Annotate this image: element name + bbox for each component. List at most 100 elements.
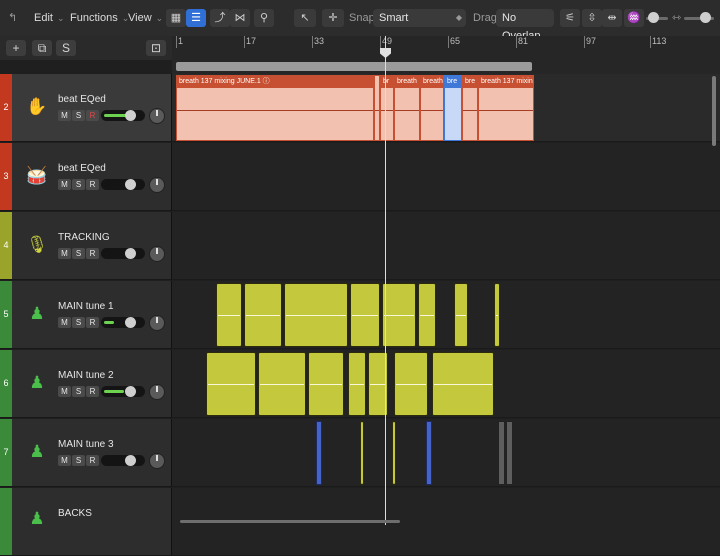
track-name[interactable]: beat EQed (58, 163, 106, 174)
flex-pitch-region[interactable] (454, 283, 468, 347)
mute-button[interactable]: M (58, 317, 71, 328)
audio-region[interactable] (426, 421, 432, 485)
solo-button[interactable]: S (72, 179, 85, 190)
volume-fader[interactable] (101, 248, 145, 259)
audio-region[interactable]: bre (462, 75, 478, 141)
selected-audio-region[interactable]: bre (444, 75, 462, 141)
solo-button[interactable]: S (72, 317, 85, 328)
solo-button[interactable]: S (72, 455, 85, 466)
track-lane[interactable] (172, 419, 720, 487)
record-button[interactable]: R (86, 455, 99, 466)
audio-region[interactable] (316, 421, 322, 485)
track-header[interactable]: 2 ✋ beat EQed M S R (0, 74, 172, 142)
flex-pitch-region[interactable] (258, 352, 306, 416)
fader-knob[interactable] (125, 248, 136, 259)
edit-menu[interactable]: Edit ⌄ (30, 8, 69, 28)
flex-pitch-region[interactable] (394, 352, 428, 416)
fader-knob[interactable] (125, 386, 136, 397)
record-button[interactable]: R (86, 179, 99, 190)
mute-button[interactable]: M (58, 179, 71, 190)
flex-pitch-region[interactable] (350, 283, 380, 347)
pointer-tool-icon[interactable]: ↖ (294, 9, 316, 27)
bar-ruler[interactable]: 1 17 33 49 65 81 97 113 (172, 36, 720, 75)
waveform-icon[interactable]: ♒ (624, 9, 644, 27)
catch-icon[interactable]: ⚲ (254, 9, 274, 27)
duplicate-track-button[interactable]: ⧉ (32, 40, 52, 56)
flex-icon[interactable]: ⋈ (230, 9, 250, 27)
volume-fader[interactable] (101, 455, 145, 466)
flex-pitch-region[interactable] (206, 352, 256, 416)
view-menu[interactable]: View ⌄ (124, 8, 167, 28)
track-name[interactable]: TRACKING (58, 232, 110, 243)
solo-button[interactable]: S (72, 110, 85, 121)
track-lane[interactable] (172, 281, 720, 349)
pan-knob[interactable] (149, 315, 165, 331)
list-view-icon[interactable]: ☰ (186, 9, 206, 27)
back-arrow-icon[interactable]: ↰ (8, 8, 17, 28)
pan-knob[interactable] (149, 453, 165, 469)
grid-view-icon[interactable]: ▦ (166, 9, 186, 27)
solo-button[interactable]: S (72, 248, 85, 259)
global-solo-button[interactable]: S (56, 40, 76, 56)
track-lane[interactable] (172, 143, 720, 211)
flex-pitch-region[interactable] (392, 421, 396, 485)
horizontal-scrollbar[interactable] (180, 520, 400, 523)
track-name[interactable]: BACKS (58, 508, 92, 519)
volume-fader[interactable] (101, 110, 145, 121)
drag-select[interactable]: No Overlap (496, 9, 554, 42)
track-header[interactable]: ♟ BACKS (0, 488, 172, 556)
flex-pitch-region[interactable] (418, 283, 436, 347)
flex-pitch-region[interactable] (308, 352, 344, 416)
vertical-zoom-knob[interactable] (648, 12, 659, 23)
flex-pitch-region[interactable] (348, 352, 366, 416)
track-header[interactable]: 7 ♟ MAIN tune 3 M S R (0, 419, 172, 487)
fader-knob[interactable] (125, 179, 136, 190)
flex-pitch-region[interactable] (360, 421, 364, 485)
audio-region[interactable]: breath (420, 75, 444, 141)
waveform-zoom-icon[interactable]: ⚟ (560, 9, 580, 27)
record-button[interactable]: R (86, 110, 99, 121)
track-header[interactable]: 4 🎙 TRACKING M S R (0, 212, 172, 280)
audio-region[interactable] (498, 421, 505, 485)
record-button[interactable]: R (86, 386, 99, 397)
horizontal-zoom-icon[interactable]: ⇹ (602, 9, 622, 27)
track-name[interactable]: MAIN tune 3 (58, 439, 114, 450)
pan-knob[interactable] (149, 384, 165, 400)
solo-button[interactable]: S (72, 386, 85, 397)
record-button[interactable]: R (86, 248, 99, 259)
track-name[interactable]: MAIN tune 1 (58, 301, 114, 312)
vertical-zoom-icon[interactable]: ⇳ (582, 9, 602, 27)
mute-button[interactable]: M (58, 110, 71, 121)
pencil-tool-icon[interactable]: ✛ (322, 9, 344, 27)
audio-region[interactable] (506, 421, 513, 485)
pan-knob[interactable] (149, 108, 165, 124)
catch-playhead-button[interactable]: ⊡ (146, 40, 166, 56)
snap-select[interactable]: Smart ◆ (373, 9, 466, 27)
playhead[interactable] (385, 36, 386, 525)
track-name[interactable]: beat EQed (58, 94, 106, 105)
track-lane[interactable] (172, 350, 720, 418)
audio-region[interactable]: br (380, 75, 394, 141)
fader-knob[interactable] (125, 455, 136, 466)
volume-fader[interactable] (101, 317, 145, 328)
flex-pitch-region[interactable] (382, 283, 416, 347)
flex-pitch-region[interactable] (244, 283, 282, 347)
mute-button[interactable]: M (58, 386, 71, 397)
flex-pitch-region[interactable] (494, 283, 500, 347)
fader-knob[interactable] (125, 317, 136, 328)
track-lane[interactable]: breath 137 mixing JUNE.1 ⓘ br breath bre… (172, 74, 720, 142)
record-button[interactable]: R (86, 317, 99, 328)
mute-button[interactable]: M (58, 248, 71, 259)
audio-region[interactable]: breath 137 mixing JUNE.1 ⓘ (176, 75, 374, 141)
cycle-region[interactable] (176, 62, 532, 71)
volume-fader[interactable] (101, 179, 145, 190)
flex-pitch-region[interactable] (216, 283, 242, 347)
track-lane[interactable] (172, 212, 720, 280)
vertical-scrollbar[interactable] (712, 76, 716, 146)
mute-button[interactable]: M (58, 455, 71, 466)
automation-icon[interactable]: ⤴ (210, 9, 230, 27)
pan-knob[interactable] (149, 177, 165, 193)
track-header[interactable]: 6 ♟ MAIN tune 2 M S R (0, 350, 172, 418)
flex-pitch-region[interactable] (284, 283, 348, 347)
track-name[interactable]: MAIN tune 2 (58, 370, 114, 381)
